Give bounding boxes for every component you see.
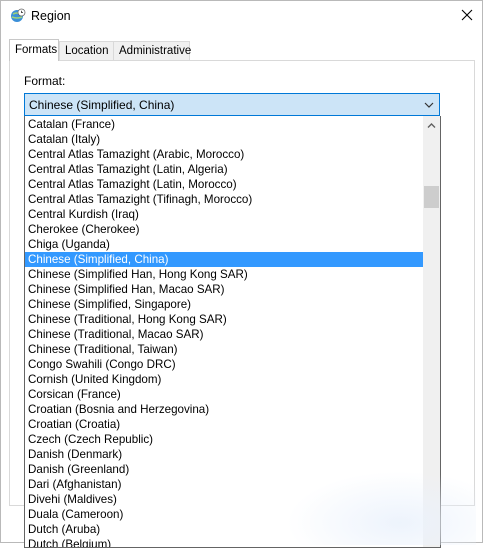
list-item[interactable]: Central Atlas Tamazight (Tifinagh, Moroc… — [25, 192, 424, 207]
list-item[interactable]: Central Kurdish (Iraq) — [25, 207, 424, 222]
tab-location[interactable]: Location — [59, 41, 116, 60]
close-button[interactable] — [452, 1, 482, 31]
list-item[interactable]: Divehi (Maldives) — [25, 492, 424, 507]
list-item[interactable]: Danish (Denmark) — [25, 447, 424, 462]
format-combobox[interactable]: Chinese (Simplified, China) — [24, 93, 440, 116]
list-item[interactable]: Chinese (Simplified, Singapore) — [25, 297, 424, 312]
list-item[interactable]: Croatian (Croatia) — [25, 417, 424, 432]
tab-location-label: Location — [65, 45, 109, 57]
tab-administrative-label: Administrative — [119, 45, 192, 57]
list-item[interactable]: Chinese (Simplified Han, Macao SAR) — [25, 282, 424, 297]
list-item[interactable]: Dari (Afghanistan) — [25, 477, 424, 492]
dropdown-scrollbar[interactable] — [423, 116, 440, 547]
list-item[interactable]: Dutch (Aruba) — [25, 522, 424, 537]
format-selected-value: Chinese (Simplified, China) — [29, 98, 175, 112]
list-item[interactable]: Central Atlas Tamazight (Latin, Algeria) — [25, 162, 424, 177]
scroll-thumb[interactable] — [424, 186, 439, 208]
list-item[interactable]: Central Atlas Tamazight (Latin, Morocco) — [25, 177, 424, 192]
format-dropdown-list[interactable]: Catalan (France) Catalan (Italy) Central A… — [24, 116, 441, 548]
close-icon — [461, 9, 473, 24]
list-item[interactable]: Czech (Czech Republic) — [25, 432, 424, 447]
list-item[interactable]: Danish (Greenland) — [25, 462, 424, 477]
list-item[interactable]: Corsican (France) — [25, 387, 424, 402]
tab-administrative[interactable]: Administrative — [113, 41, 192, 60]
scroll-up-button[interactable] — [423, 116, 440, 133]
list-item[interactable]: Chinese (Simplified Han, Hong Kong SAR) — [25, 267, 424, 282]
list-item[interactable]: Catalan (Italy) — [25, 132, 424, 147]
window-title: Region — [31, 9, 71, 23]
list-item[interactable]: Cornish (United Kingdom) — [25, 372, 424, 387]
region-dialog: Region Formats Location Administrative F… — [0, 0, 483, 548]
list-item[interactable]: Cherokee (Cherokee) — [25, 222, 424, 237]
list-item[interactable]: Catalan (France) — [25, 117, 424, 132]
list-item[interactable]: Chinese (Traditional, Macao SAR) — [25, 327, 424, 342]
list-item[interactable]: Chinese (Traditional, Hong Kong SAR) — [25, 312, 424, 327]
list-item[interactable]: Croatian (Bosnia and Herzegovina) — [25, 402, 424, 417]
tab-formats-label: Formats — [15, 44, 58, 56]
list-item[interactable]: Congo Swahili (Congo DRC) — [25, 357, 424, 372]
title-bar[interactable]: Region — [1, 1, 482, 32]
list-item[interactable]: Central Atlas Tamazight (Arabic, Morocco… — [25, 147, 424, 162]
format-options: Catalan (France) Catalan (Italy) Central A… — [25, 117, 424, 547]
format-label: Format: — [24, 74, 66, 88]
list-item[interactable]: Chiga (Uganda) — [25, 237, 424, 252]
list-item[interactable]: Dutch (Belgium) — [25, 537, 424, 547]
chevron-down-icon — [423, 99, 435, 111]
list-item[interactable]: Duala (Cameroon) — [25, 507, 424, 522]
tab-formats[interactable]: Formats — [9, 39, 59, 61]
chevron-up-icon — [427, 118, 436, 132]
list-item[interactable]: Chinese (Traditional, Taiwan) — [25, 342, 424, 357]
list-item-selected[interactable]: Chinese (Simplified, China) — [25, 252, 424, 267]
globe-clock-icon — [10, 8, 26, 24]
